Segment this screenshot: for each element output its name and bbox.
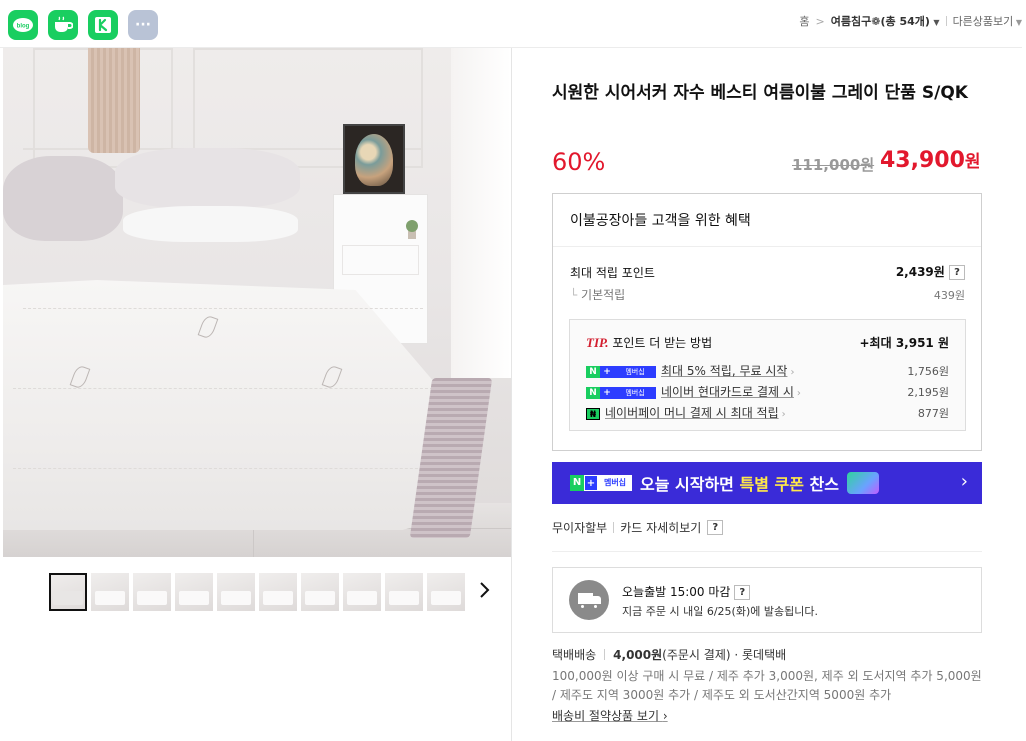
caret-down-icon: ▼ [1013, 18, 1022, 27]
product-title: 시원한 시어서커 자수 베스티 여름이불 그레이 단품 S/QK [552, 83, 968, 103]
membership-badge-icon: N + 멤버십 [586, 386, 656, 399]
thumbnail-next-button[interactable] [478, 580, 498, 604]
divider [945, 16, 947, 26]
indent-corner-icon: └ [570, 288, 582, 302]
breadcrumb: 홈 > 여름침구❁(총 54개) ▼ 다른상품보기 ▼ [799, 13, 1022, 29]
thumbnail[interactable] [49, 573, 87, 611]
svg-text:blog: blog [17, 24, 30, 30]
band-share-icon[interactable] [88, 10, 118, 40]
breadcrumb-category[interactable]: 여름침구❁(총 54개) ▼ [831, 13, 940, 29]
delivery-type: 택배배송 [552, 648, 597, 662]
delivery-fee: 4,000원(주문시 결제) · 롯데택배 [613, 648, 787, 662]
tip-item[interactable]: ₦ 네이버페이 머니 결제 시 최대 적립 › [586, 404, 786, 421]
product-main-image[interactable] [3, 48, 511, 557]
macrame-decor [88, 48, 140, 153]
thumbnail[interactable] [217, 573, 255, 611]
category-count: (총 54개) [880, 15, 930, 28]
benefit-title: 이불공장아들 고객을 위한 혜택 [570, 213, 751, 229]
thumbnail[interactable] [91, 573, 129, 611]
coupon-sticker-icon [846, 472, 879, 494]
membership-coupon-banner[interactable]: N + 멤버십 오늘 시작하면 특별 쿠폰 찬스 › [552, 462, 982, 504]
more-icon: ··· [135, 17, 151, 33]
shipping-title: 오늘출발 15:00 마감 ? [622, 583, 751, 600]
original-price: 111,000원 [792, 156, 875, 174]
band-icon [95, 17, 111, 33]
base-points-label: └ 기본적립 [570, 288, 626, 302]
shipping-subtitle: 지금 주문 시 내일 6/25(화)에 발송됩니다. [622, 605, 818, 618]
max-points-label: 최대 적립 포인트 [570, 266, 655, 280]
membership-badge-icon: N + 멤버십 [570, 475, 632, 491]
help-button[interactable]: ? [949, 265, 965, 280]
divider [552, 551, 982, 552]
breadcrumb-separator: > [815, 14, 825, 28]
naverpay-badge-icon: ₦ [586, 407, 600, 420]
thumbnail[interactable] [133, 573, 171, 611]
column-divider [511, 48, 512, 741]
discount-rate: 60% [552, 148, 606, 176]
tip-max-points: +최대 3,951 원 [859, 336, 950, 350]
other-products-link[interactable]: 다른상품보기 ▼ [953, 13, 1022, 29]
cafe-icon [55, 16, 73, 32]
delivery-row: 택배배송 4,000원(주문시 결제) · 롯데택배 [552, 646, 786, 663]
thumbnail[interactable] [427, 573, 465, 611]
sale-price: 43,900원 [880, 148, 981, 173]
tip-amount: 877원 [917, 407, 949, 420]
chevron-right-icon: › [662, 709, 668, 723]
installment-label[interactable]: 무이자할부 [552, 519, 607, 536]
chevron-right-icon [480, 582, 490, 598]
owl-painting [343, 124, 405, 194]
tip-box: TIP. 포인트 더 받는 방법 +최대 3,951 원 N + 멤버십 최대 5% … [569, 319, 966, 431]
thumbnail[interactable] [259, 573, 297, 611]
delivery-note: 100,000원 이상 구매 시 무료 / 제주 추가 3,000원, 제주 외… [552, 669, 982, 702]
tip-heading: TIP. 포인트 더 받는 방법 [586, 335, 713, 350]
chevron-right-icon: › [960, 471, 968, 492]
truck-icon [569, 580, 609, 620]
tip-item[interactable]: N + 멤버십 네이버 현대카드로 결제 시 › [586, 383, 801, 400]
thumbnail[interactable] [175, 573, 213, 611]
max-points-value: 2,439원 ? [896, 263, 965, 280]
card-details-link[interactable]: 카드 자세히보기 [620, 519, 701, 536]
more-share-icon[interactable]: ··· [128, 10, 158, 40]
tip-item[interactable]: N + 멤버십 최대 5% 적립, 무료 시작 › [586, 362, 794, 379]
help-button[interactable]: ? [734, 585, 751, 600]
shipping-box: 오늘출발 15:00 마감 ? 지금 주문 시 내일 6/25(화)에 발송됩니… [552, 567, 982, 633]
thumbnail-strip [49, 573, 465, 611]
cafe-share-icon[interactable] [48, 10, 78, 40]
category-name: 여름침구❁ [830, 15, 881, 28]
thumbnail[interactable] [301, 573, 339, 611]
blog-share-icon[interactable]: blog [8, 10, 38, 40]
tip-amount: 1,756원 [907, 365, 949, 378]
benefit-box: 이불공장아들 고객을 위한 혜택 최대 적립 포인트 2,439원 ? └ 기본… [552, 193, 982, 451]
breadcrumb-home[interactable]: 홈 [799, 13, 809, 29]
membership-badge-icon: N + 멤버십 [586, 365, 656, 378]
caret-down-icon: ▼ [933, 18, 940, 27]
save-shipping-link[interactable]: 배송비 절약상품 보기 › [552, 707, 668, 724]
tip-amount: 2,195원 [907, 386, 949, 399]
thumbnail[interactable] [385, 573, 423, 611]
blog-icon: blog [13, 18, 33, 32]
help-button[interactable]: ? [707, 520, 724, 535]
thumbnail[interactable] [343, 573, 381, 611]
base-points-value: 439원 [933, 289, 965, 302]
installment-row: 무이자할부 카드 자세히보기 ? [552, 519, 724, 536]
